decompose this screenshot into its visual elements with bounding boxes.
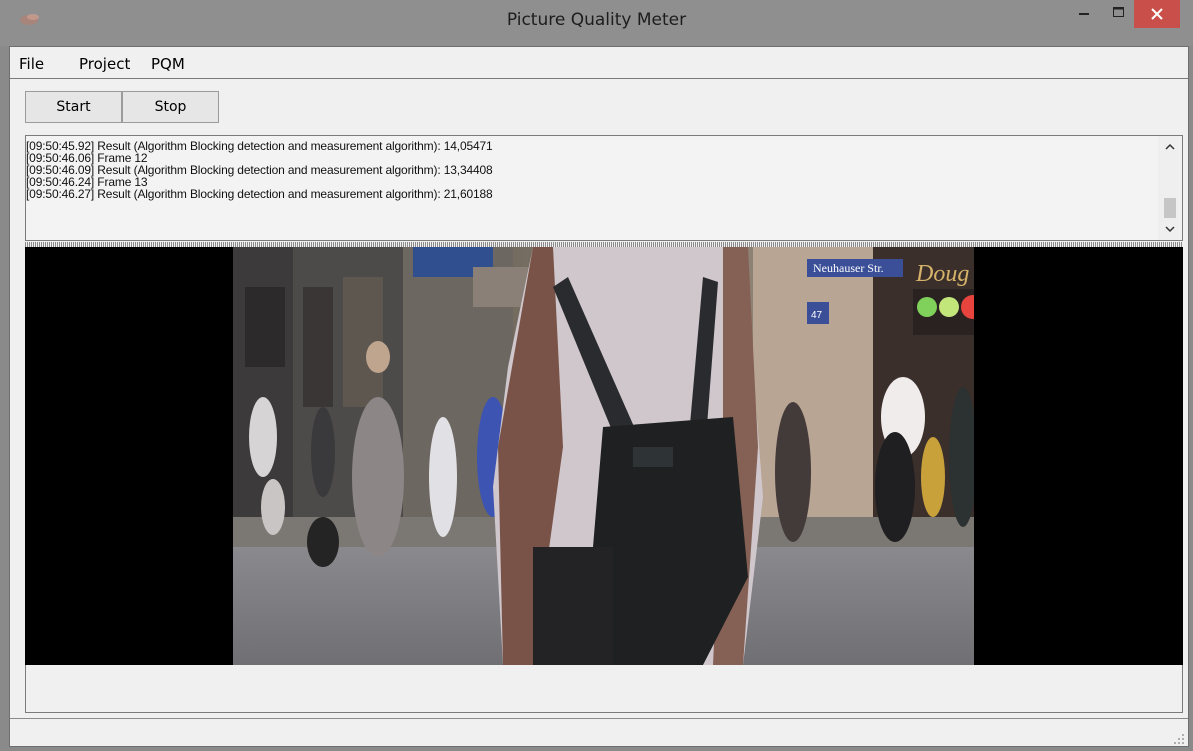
scroll-down-icon[interactable] bbox=[1165, 224, 1175, 234]
application-window: Picture Quality Meter File Project PQM S… bbox=[0, 0, 1193, 751]
scroll-up-icon[interactable] bbox=[1165, 142, 1175, 152]
street-sign-text: Neuhauser Str. bbox=[813, 261, 884, 275]
maximize-icon bbox=[1113, 7, 1124, 17]
menu-file[interactable]: File bbox=[19, 55, 44, 73]
minimize-icon bbox=[1079, 13, 1089, 15]
title-bar[interactable]: Picture Quality Meter bbox=[0, 0, 1193, 46]
status-bar bbox=[10, 718, 1188, 748]
maximize-button[interactable] bbox=[1104, 0, 1134, 28]
log-line: [09:50:46.09] Result (Algorithm Blocking… bbox=[26, 163, 493, 177]
close-icon bbox=[1151, 8, 1163, 20]
main-client-area: File Project PQM Start Stop [09:50:45.92… bbox=[9, 46, 1189, 747]
stop-button[interactable]: Stop bbox=[122, 91, 219, 123]
log-line: [09:50:46.27] Result (Algorithm Blocking… bbox=[26, 187, 493, 201]
menu-bar: File Project PQM bbox=[10, 47, 1188, 79]
resize-grip-icon[interactable] bbox=[1173, 733, 1185, 745]
close-button[interactable] bbox=[1134, 0, 1180, 28]
house-number-text: 47 bbox=[811, 310, 823, 321]
lower-panel bbox=[25, 665, 1183, 713]
video-display: Neuhauser Str. Doug 47 bbox=[25, 247, 1183, 665]
minimize-button[interactable] bbox=[1064, 0, 1104, 28]
log-lines: [09:50:45.92] Result (Algorithm Blocking… bbox=[26, 140, 1154, 200]
menu-pqm[interactable]: PQM bbox=[151, 55, 185, 73]
menu-project[interactable]: Project bbox=[79, 55, 130, 73]
start-button[interactable]: Start bbox=[25, 91, 122, 123]
shop-sign-text: Doug bbox=[915, 261, 969, 287]
log-scrollbar[interactable] bbox=[1158, 136, 1182, 240]
video-frame: Neuhauser Str. Doug 47 bbox=[233, 247, 974, 665]
log-line: [09:50:45.92] Result (Algorithm Blocking… bbox=[26, 139, 493, 153]
log-output[interactable]: [09:50:45.92] Result (Algorithm Blocking… bbox=[25, 135, 1183, 241]
scroll-thumb[interactable] bbox=[1164, 198, 1176, 218]
window-title: Picture Quality Meter bbox=[506, 10, 687, 30]
